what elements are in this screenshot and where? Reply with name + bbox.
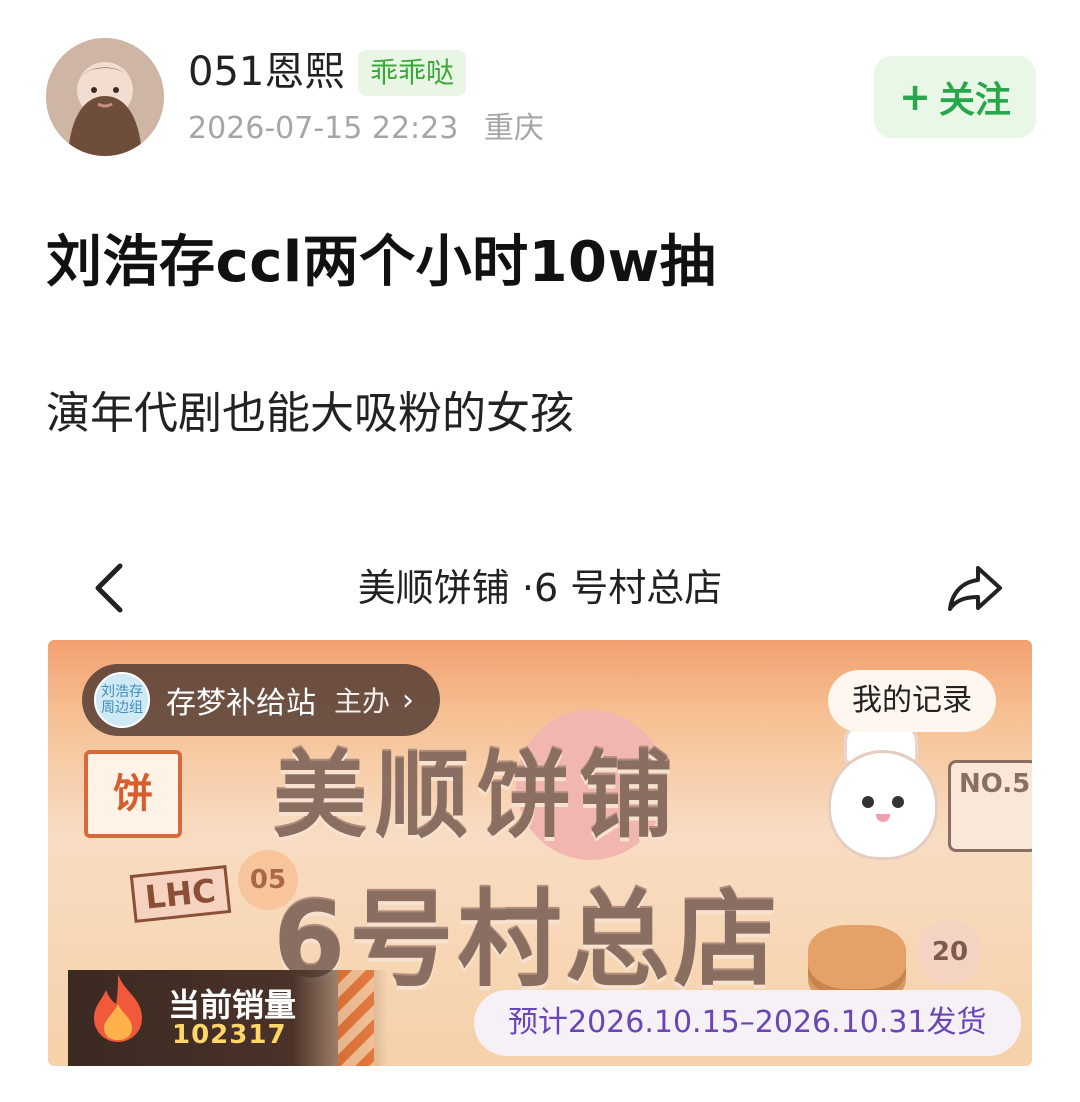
number-card: NO.5.20: [948, 760, 1032, 852]
organizer-role: 主办: [334, 685, 391, 718]
shop-banner[interactable]: 饼 LHC 05 20 NO.5.20 美顺饼铺 6号村总店 刘浩存周边组 存梦…: [48, 640, 1032, 1066]
pancake-icon: [808, 925, 906, 989]
shop-title: 美顺饼铺 ·6 号村总店: [357, 566, 723, 610]
post-location: 重庆: [483, 111, 544, 146]
sign-bing: 饼: [84, 750, 182, 838]
cat-mascot-icon: [828, 750, 938, 860]
sales-stripe: [338, 970, 374, 1066]
post-subtitle: 演年代剧也能大吸粉的女孩: [46, 388, 574, 439]
banner-headline-1: 美顺饼铺: [273, 742, 682, 851]
shipping-estimate: 预计2026.10.15–2026.10.31发货: [474, 990, 1021, 1056]
plus-icon: +: [899, 75, 931, 119]
post-meta: 2026-07-15 22:23 重庆: [188, 108, 544, 150]
sales-value: 102317: [172, 1020, 287, 1050]
tag-20: 20: [918, 920, 982, 984]
author-badge: 乖乖哒: [358, 50, 467, 96]
organizer-logo: 刘浩存周边组: [94, 672, 150, 728]
author-name[interactable]: 051恩熙: [188, 46, 344, 98]
share-icon: [948, 566, 1002, 611]
post-title: 刘浩存ccl两个小时10w抽: [46, 230, 717, 295]
follow-label: 关注: [938, 80, 1011, 121]
post-timestamp: 2026-07-15 22:23: [188, 111, 459, 146]
my-records-button[interactable]: 我的记录: [828, 670, 996, 732]
organizer-pill[interactable]: 刘浩存周边组 存梦补给站 主办 ›: [82, 664, 441, 736]
organizer-name: 存梦补给站: [166, 686, 316, 721]
share-button[interactable]: [944, 560, 1006, 616]
tag-lhc: LHC: [129, 865, 231, 923]
chevron-right-icon: ›: [402, 682, 415, 718]
follow-button[interactable]: + 关注: [874, 56, 1036, 138]
flame-icon: [94, 974, 142, 1042]
avatar[interactable]: [46, 38, 164, 156]
